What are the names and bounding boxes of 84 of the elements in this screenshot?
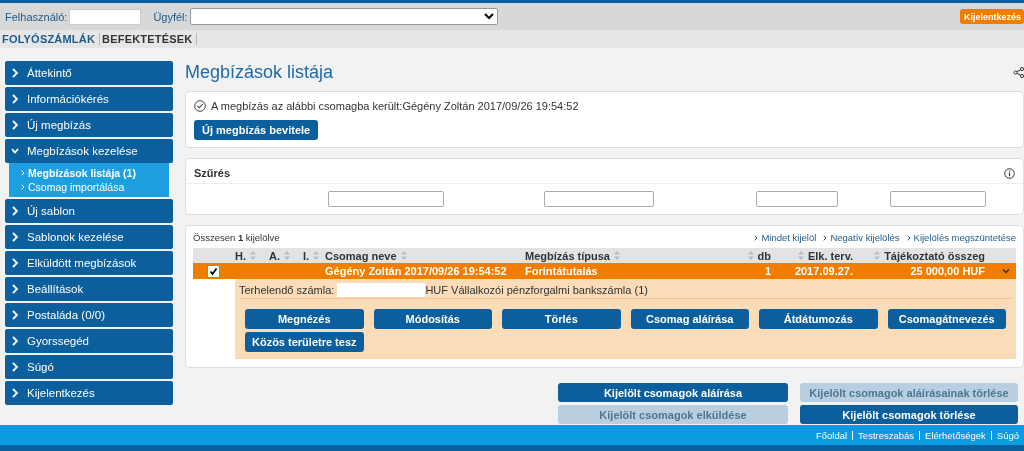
sidebar-item[interactable]: Áttekintő	[5, 61, 173, 85]
chevron-icon	[11, 68, 19, 78]
sidebar-item[interactable]: Súgó	[5, 355, 173, 379]
chevron-icon	[754, 235, 759, 241]
sort-icon	[613, 251, 620, 260]
action-button[interactable]: Csomag aláírása	[630, 309, 749, 329]
chevron-icon	[11, 284, 19, 294]
column-header[interactable]: I.	[303, 249, 325, 262]
column-header[interactable]: Elk. terv.	[771, 249, 853, 262]
check-circle-icon	[194, 100, 206, 112]
chevron-icon	[11, 146, 19, 156]
nav-tab[interactable]: BEFEKTETÉSEK	[100, 33, 198, 45]
table-cell: Gégény Zoltán 2017/09/26 19:54:52	[325, 265, 507, 277]
bulk-action-button[interactable]: Kijelölt csomagok aláírása	[558, 383, 788, 402]
chevron-icon[interactable]	[1002, 267, 1010, 275]
selection-link[interactable]: Negatív kijelölés	[823, 232, 900, 243]
sidebar-item[interactable]: Megbízások kezelése	[5, 139, 173, 163]
chevron-icon	[11, 388, 19, 398]
filter-field[interactable]	[756, 191, 838, 207]
sidebar-item[interactable]: Új megbízás	[5, 113, 173, 137]
page-title: Megbízások listája	[185, 61, 334, 83]
table-cell: 1	[764, 265, 771, 277]
new-order-button[interactable]: Új megbízás bevitele	[194, 120, 319, 140]
row-checkbox[interactable]	[207, 264, 220, 278]
client-label: Ügyfél:	[153, 10, 188, 23]
bullet-chevron-icon	[21, 184, 25, 190]
chevron-icon	[11, 232, 19, 242]
sidebar-item[interactable]: Elküldött megbízások	[5, 251, 173, 275]
action-button[interactable]: Megnézés	[245, 309, 364, 329]
sort-icon	[874, 251, 881, 260]
filter-field[interactable]	[544, 191, 654, 207]
sidebar-item[interactable]: Beállítások	[5, 277, 173, 301]
chevron-icon	[11, 310, 19, 320]
chevron-icon	[11, 120, 19, 130]
sidebar-item[interactable]: Információkérés	[5, 87, 173, 111]
column-header[interactable]: Tájékoztató összeg	[853, 249, 993, 262]
action-button[interactable]: Közös területre tesz	[245, 332, 364, 352]
action-button[interactable]: Csomagátnevezés	[887, 309, 1006, 329]
sort-icon	[797, 251, 804, 260]
chevron-icon	[11, 362, 19, 372]
chevron-icon	[11, 94, 19, 104]
user-field[interactable]	[69, 8, 142, 25]
column-header[interactable]: db	[683, 249, 771, 262]
info-icon[interactable]	[1004, 167, 1015, 179]
sidebar-item[interactable]: Sablonok kezelése	[5, 225, 173, 249]
chevron-icon	[906, 235, 911, 241]
account-label: Terhelendő számla:	[239, 284, 335, 296]
sort-icon	[250, 251, 256, 260]
notice-text: A megbízás az alábbi csomagba került:Gégény Zoltán 2017/09/26 19:54:52	[211, 100, 579, 112]
filter-field[interactable]	[328, 191, 444, 207]
sidebar-item[interactable]: Kijelentkezés	[5, 381, 173, 405]
selection-link[interactable]: Kijelölés megszüntetése	[906, 232, 1016, 243]
action-button[interactable]: Átdátumozás	[759, 309, 878, 329]
nav-tab[interactable]: FOLYÓSZÁMLÁK	[0, 33, 101, 45]
column-header[interactable]: H.	[235, 249, 269, 262]
column-header[interactable]: A.	[269, 249, 303, 262]
column-header[interactable]: Megbízás típusa	[525, 249, 683, 262]
action-button[interactable]: Módosítás	[373, 309, 492, 329]
filter-field[interactable]	[890, 191, 986, 207]
selection-summary: Összesen 1 kijelölve	[193, 232, 280, 243]
client-dropdown[interactable]	[189, 8, 498, 25]
sort-icon	[400, 251, 407, 260]
share-icon[interactable]	[1013, 66, 1024, 78]
chevron-icon	[823, 235, 828, 241]
sidebar-item[interactable]: Új sablon	[5, 199, 173, 223]
column-header[interactable]: Csomag neve	[325, 249, 525, 262]
table-cell: 2017.09.27.	[794, 265, 853, 277]
bulk-action-button[interactable]: Kijelölt csomagok törlése	[800, 405, 1018, 424]
sort-icon	[284, 251, 290, 260]
sort-icon	[747, 251, 754, 260]
bullet-chevron-icon	[21, 170, 25, 176]
sort-icon	[313, 251, 320, 260]
sidebar-item[interactable]: Postaláda (0/0)	[5, 303, 173, 327]
action-button[interactable]: Törlés	[502, 309, 621, 329]
chevron-icon	[11, 258, 19, 268]
filter-title: Szűrés	[194, 167, 231, 179]
user-label: Felhasználó:	[5, 10, 68, 23]
account-name: HUF Vállalkozói pénzforgalmi bankszámla (1)	[425, 284, 648, 296]
sidebar-item[interactable]: Gyorssegéd	[5, 329, 173, 353]
chevron-icon	[11, 336, 19, 346]
table-cell: 25 000,00 HUF	[910, 265, 985, 277]
table-cell: Forintátutalás	[525, 265, 598, 277]
chevron-icon	[11, 206, 19, 216]
selection-link[interactable]: Mindet kijelöl	[754, 232, 817, 243]
